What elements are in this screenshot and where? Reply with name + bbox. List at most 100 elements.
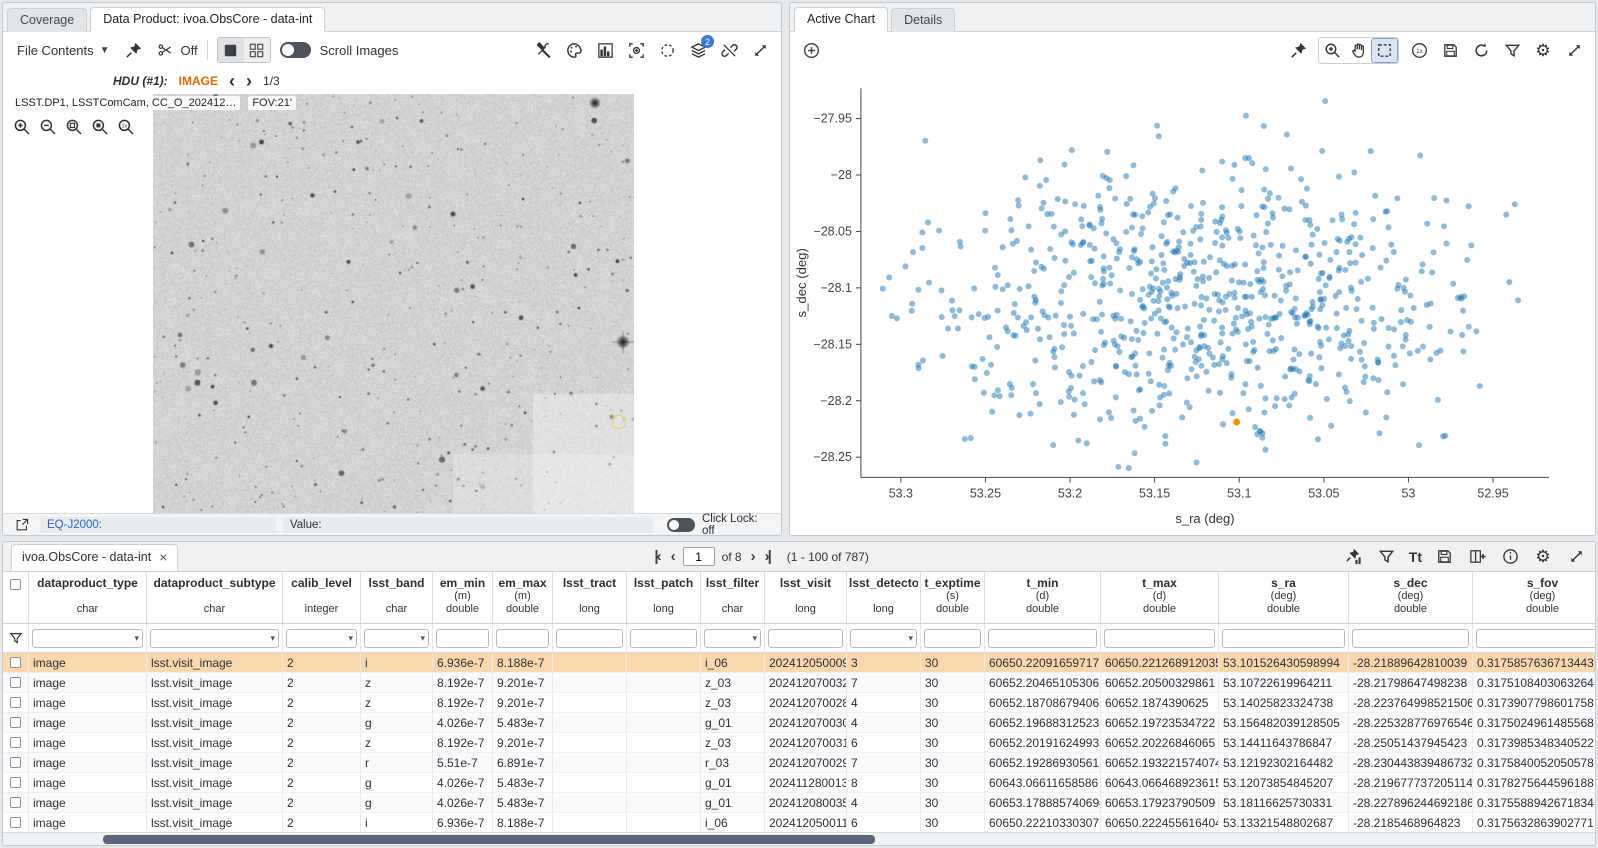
expand-image-panel-icon[interactable] <box>749 39 771 61</box>
filter-input-s_ra[interactable] <box>1222 629 1345 648</box>
zoom-fill-icon[interactable] <box>89 116 110 137</box>
tab-active-chart[interactable]: Active Chart <box>794 7 888 32</box>
chart-pan-icon[interactable] <box>1346 39 1371 62</box>
next-hdu-button[interactable]: › <box>246 72 252 90</box>
expand-table-icon[interactable] <box>1565 546 1587 568</box>
stretch-histogram-icon[interactable] <box>594 39 616 61</box>
filter-select-lsst_detector[interactable]: ▾ <box>850 629 917 648</box>
filter-input-em_min[interactable] <box>436 629 489 648</box>
filter-select-lsst_filter[interactable]: ▾ <box>704 629 761 648</box>
tab-coverage[interactable]: Coverage <box>7 8 87 32</box>
filter-input-t_max[interactable] <box>1104 629 1215 648</box>
filter-input-lsst_visit[interactable] <box>768 629 843 648</box>
filter-input-lsst_tract[interactable] <box>556 629 623 648</box>
center-image-icon[interactable] <box>625 39 647 61</box>
filter-input-lsst_patch[interactable] <box>630 629 697 648</box>
tab-details[interactable]: Details <box>891 8 955 32</box>
filter-chart-icon[interactable] <box>1501 39 1523 61</box>
column-header-lsst_visit[interactable]: lsst_visitlong <box>765 572 847 623</box>
filter-row-funnel-icon[interactable] <box>5 627 27 649</box>
pin-chart-icon[interactable] <box>1287 39 1309 61</box>
table-row[interactable]: imagelsst.visit_image2z8.192e-79.201e-7z… <box>3 693 1595 713</box>
table-settings-gear-icon[interactable]: ⚙ <box>1532 546 1554 568</box>
add-chart-icon[interactable] <box>800 39 822 61</box>
column-header-lsst_tract[interactable]: lsst_tractlong <box>553 572 627 623</box>
next-page-button[interactable]: › <box>749 549 756 564</box>
table-row[interactable]: imagelsst.visit_image2z8.192e-79.201e-7z… <box>3 733 1595 753</box>
horizontal-scrollbar[interactable] <box>3 832 1595 845</box>
filter-input-t_min[interactable] <box>988 629 1097 648</box>
row-checkbox[interactable] <box>10 777 21 788</box>
filter-input-s_dec[interactable] <box>1352 629 1469 648</box>
select-region-icon[interactable] <box>656 39 678 61</box>
scroll-images-toggle[interactable] <box>280 42 311 58</box>
tools-icon[interactable] <box>532 39 554 61</box>
column-header-s_ra[interactable]: s_ra(deg)double <box>1219 572 1349 623</box>
chart-select-icon[interactable] <box>1372 39 1397 62</box>
column-header-s_fov[interactable]: s_fov(deg)double <box>1473 572 1595 623</box>
row-checkbox[interactable] <box>10 717 21 728</box>
pin-table-chart-icon[interactable] <box>1343 546 1365 568</box>
table-row[interactable]: imagelsst.visit_image2g4.026e-75.483e-7g… <box>3 773 1595 793</box>
pin-image-icon[interactable] <box>123 39 145 61</box>
table-row[interactable]: imagelsst.visit_image2i6.936e-78.188e-7i… <box>3 813 1595 832</box>
table-info-icon[interactable] <box>1499 546 1521 568</box>
row-checkbox[interactable] <box>10 797 21 808</box>
text-view-icon[interactable]: Tt <box>1409 549 1422 565</box>
last-page-button[interactable]: ›| <box>763 549 772 564</box>
column-header-lsst_filter[interactable]: lsst_filterchar <box>701 572 765 623</box>
column-header-lsst_patch[interactable]: lsst_patchlong <box>627 572 701 623</box>
table-row[interactable]: imagelsst.visit_image2g4.026e-75.483e-7g… <box>3 793 1595 813</box>
row-checkbox[interactable] <box>10 697 21 708</box>
zoom-out-icon[interactable] <box>37 116 58 137</box>
column-header-lsst_detector[interactable]: lsst_detectorlong <box>847 572 921 623</box>
wcs-unlink-icon[interactable] <box>718 39 740 61</box>
prev-page-button[interactable]: ‹ <box>669 549 676 564</box>
row-checkbox[interactable] <box>10 757 21 768</box>
column-header-t_max[interactable]: t_max(d)double <box>1101 572 1219 623</box>
open-expanded-view-icon[interactable] <box>11 514 33 536</box>
prev-hdu-button[interactable]: ‹ <box>229 72 235 90</box>
column-header-dataproduct_subtype[interactable]: dataproduct_subtypechar <box>147 572 283 623</box>
page-number-input[interactable] <box>683 547 715 566</box>
single-view-button[interactable] <box>218 38 244 62</box>
file-contents-dropdown[interactable]: File Contents ▼ <box>13 40 114 61</box>
click-lock-toggle[interactable] <box>667 518 695 532</box>
table-row[interactable]: imagelsst.visit_image2i6.936e-78.188e-7i… <box>3 653 1595 673</box>
grid-view-button[interactable] <box>244 38 270 62</box>
first-page-button[interactable]: |‹ <box>652 549 661 564</box>
tab-data-product[interactable]: Data Product: ivoa.ObsCore - data-int <box>90 7 325 32</box>
filter-select-calib_level[interactable]: ▾ <box>286 629 357 648</box>
column-header-t_exptime[interactable]: t_exptime(s)double <box>921 572 985 623</box>
save-chart-icon[interactable] <box>1439 39 1461 61</box>
filter-select-lsst_band[interactable]: ▾ <box>364 629 429 648</box>
column-header-lsst_band[interactable]: lsst_bandchar <box>361 572 433 623</box>
zoom-in-icon[interactable] <box>11 116 32 137</box>
scrollbar-thumb[interactable] <box>103 835 875 844</box>
cutout-button[interactable]: Off <box>154 39 198 61</box>
zoom-1x-icon[interactable]: 1x <box>115 116 136 137</box>
restore-chart-icon[interactable] <box>1470 39 1492 61</box>
table-row[interactable]: imagelsst.visit_image2r5.51e-76.891e-7r_… <box>3 753 1595 773</box>
scatter-chart[interactable]: 53.353.2553.253.1553.153.055352.95−27.95… <box>790 68 1595 535</box>
filter-input-s_fov[interactable] <box>1476 629 1595 648</box>
row-checkbox[interactable] <box>10 677 21 688</box>
table-row[interactable]: imagelsst.visit_image2z8.192e-79.201e-7z… <box>3 673 1595 693</box>
add-column-icon[interactable] <box>1466 546 1488 568</box>
expand-chart-icon[interactable] <box>1563 39 1585 61</box>
column-header-em_max[interactable]: em_max(m)double <box>493 572 553 623</box>
color-table-icon[interactable] <box>563 39 585 61</box>
fits-image-canvas[interactable] <box>153 94 634 513</box>
column-header-calib_level[interactable]: calib_levelinteger <box>283 572 361 623</box>
filter-table-icon[interactable] <box>1376 546 1398 568</box>
close-table-icon[interactable]: × <box>159 550 167 564</box>
column-header-s_dec[interactable]: s_dec(deg)double <box>1349 572 1473 623</box>
column-header-t_min[interactable]: t_min(d)double <box>985 572 1101 623</box>
column-header-dataproduct_type[interactable]: dataproduct_typechar <box>29 572 147 623</box>
chart-zoom-original-icon[interactable]: 1x <box>1408 39 1430 61</box>
filter-select-dataproduct_type[interactable]: ▾ <box>32 629 143 648</box>
filter-input-t_exptime[interactable] <box>924 629 981 648</box>
row-checkbox[interactable] <box>10 817 21 828</box>
layers-icon[interactable]: 2 <box>687 39 709 61</box>
filter-select-dataproduct_subtype[interactable]: ▾ <box>150 629 279 648</box>
